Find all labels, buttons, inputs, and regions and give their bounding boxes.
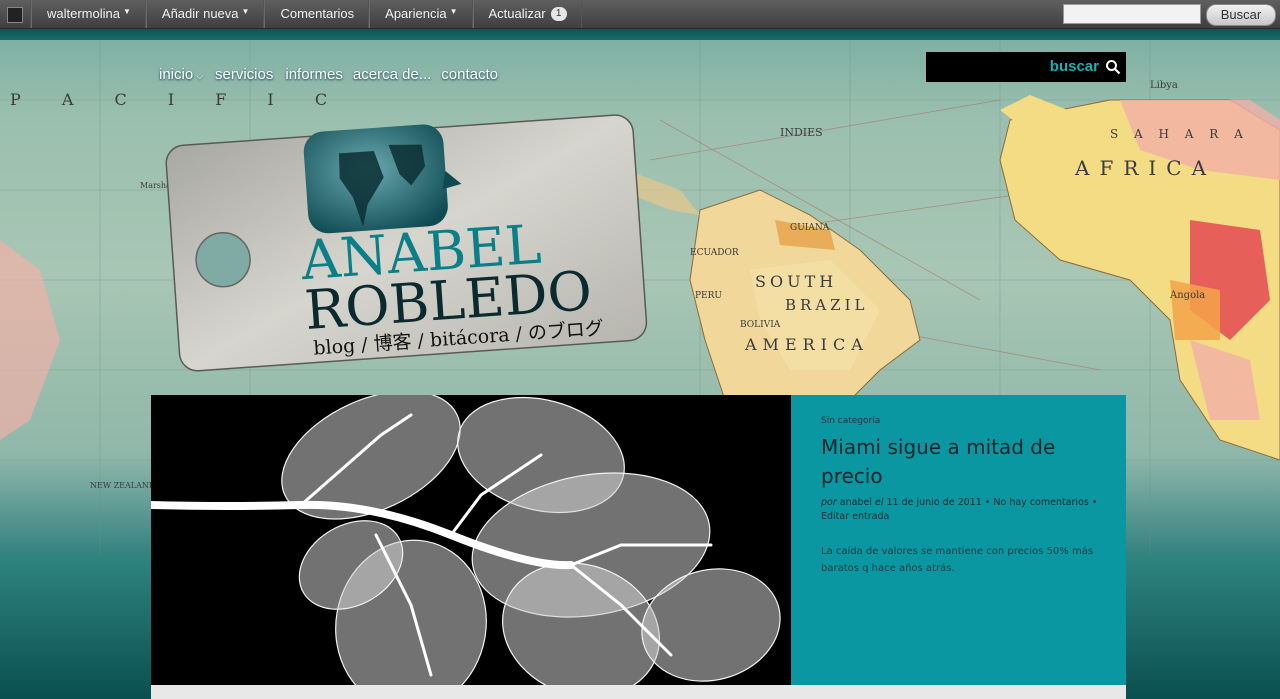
post-date-link[interactable]: 11 de junio de 2011 <box>887 497 982 508</box>
featured-post-panel: Sin categoría Miami sigue a mitad de pre… <box>791 395 1126 685</box>
post-category-link[interactable]: Sin categoría <box>821 416 880 426</box>
site-search-label: buscar <box>1049 58 1099 75</box>
meta-on: el <box>875 497 884 508</box>
map-label-new-zealand: NEW ZEALAND <box>90 481 155 490</box>
admin-user-label: waltermolina <box>47 6 120 21</box>
site-search-box[interactable]: buscar <box>926 52 1126 82</box>
map-label-brazil: BRAZIL <box>785 296 868 314</box>
admin-update-label: Actualizar <box>488 6 546 21</box>
map-label-africa: AFRICA <box>1074 156 1216 180</box>
map-label-guiana: GUIANA <box>790 223 830 233</box>
map-label-bolivia: BOLIVIA <box>740 320 781 330</box>
post-meta: por anabel el 11 de junio de 2011 • No h… <box>821 497 1098 522</box>
map-label-south: SOUTH <box>755 272 837 291</box>
nav-item-acerca[interactable]: acerca de... <box>353 66 431 83</box>
caret-down-icon: ▼ <box>241 7 250 16</box>
caret-down-icon: ▼ <box>122 7 131 16</box>
admin-search-input[interactable] <box>1063 4 1201 24</box>
map-label-libya: Libya <box>1150 80 1178 91</box>
wordpress-logo-icon[interactable] <box>0 0 31 28</box>
nav-item-label: servicios <box>215 66 274 83</box>
main-nav: inicio ⌵ servicios informes acerca de... … <box>159 66 510 83</box>
featured-post-image[interactable] <box>151 395 791 685</box>
map-label-peru: PERU <box>695 291 722 301</box>
post-comments-link[interactable]: No hay comentarios <box>993 497 1088 508</box>
meta-by: por <box>821 497 837 508</box>
nav-item-label: inicio <box>159 66 194 83</box>
nav-item-label: acerca de... <box>352 66 432 83</box>
update-count-badge: 1 <box>550 7 567 21</box>
admin-bar: waltermolina ▼ Añadir nueva ▼ Comentarios … <box>0 0 1280 29</box>
admin-menu: waltermolina ▼ Añadir nueva ▼ Comentarios … <box>31 0 582 28</box>
post-excerpt: La caída de valores se mantiene con prec… <box>821 546 1094 574</box>
nav-item-informes[interactable]: informes <box>285 66 343 83</box>
nav-item-servicios[interactable]: servicios <box>215 66 273 83</box>
search-icon[interactable] <box>1105 59 1121 75</box>
admin-appearance-label: Apariencia <box>385 6 447 21</box>
map-label-angola: Angola <box>1169 290 1205 301</box>
admin-add-new-menu[interactable]: Añadir nueva ▼ <box>145 0 265 28</box>
chevron-down-icon: ⌵ <box>196 71 204 81</box>
post-edit-link[interactable]: Editar entrada <box>821 511 889 522</box>
nav-item-label: contacto <box>441 66 499 83</box>
nav-item-label: informes <box>285 66 343 83</box>
admin-update-link[interactable]: Actualizar 1 <box>472 0 582 28</box>
content-area-top <box>151 685 1126 699</box>
admin-search-button[interactable]: Buscar <box>1206 4 1276 26</box>
admin-comments-link[interactable]: Comentarios <box>264 0 370 28</box>
map-label-indies: INDIES <box>780 126 823 139</box>
map-label-america: AMERICA <box>744 335 869 354</box>
admin-appearance-menu[interactable]: Apariencia ▼ <box>369 0 473 28</box>
map-label-sahara: S A H A R A <box>1110 127 1249 141</box>
post-author-link[interactable]: anabel <box>840 497 872 508</box>
map-label-ecuador: ECUADOR <box>690 248 739 258</box>
nav-item-contacto[interactable]: contacto <box>441 66 498 83</box>
nav-item-inicio[interactable]: inicio ⌵ <box>159 66 203 83</box>
admin-comments-label: Comentarios <box>280 6 355 21</box>
admin-add-new-label: Añadir nueva <box>161 6 239 21</box>
admin-user-menu[interactable]: waltermolina ▼ <box>31 0 146 28</box>
site-logo[interactable]: ANABEL ROBLEDO blog / 博客 / bitácora / のブ… <box>160 104 650 372</box>
post-title-link[interactable]: Miami sigue a mitad de precio <box>821 433 1101 491</box>
caret-down-icon: ▼ <box>449 7 458 16</box>
